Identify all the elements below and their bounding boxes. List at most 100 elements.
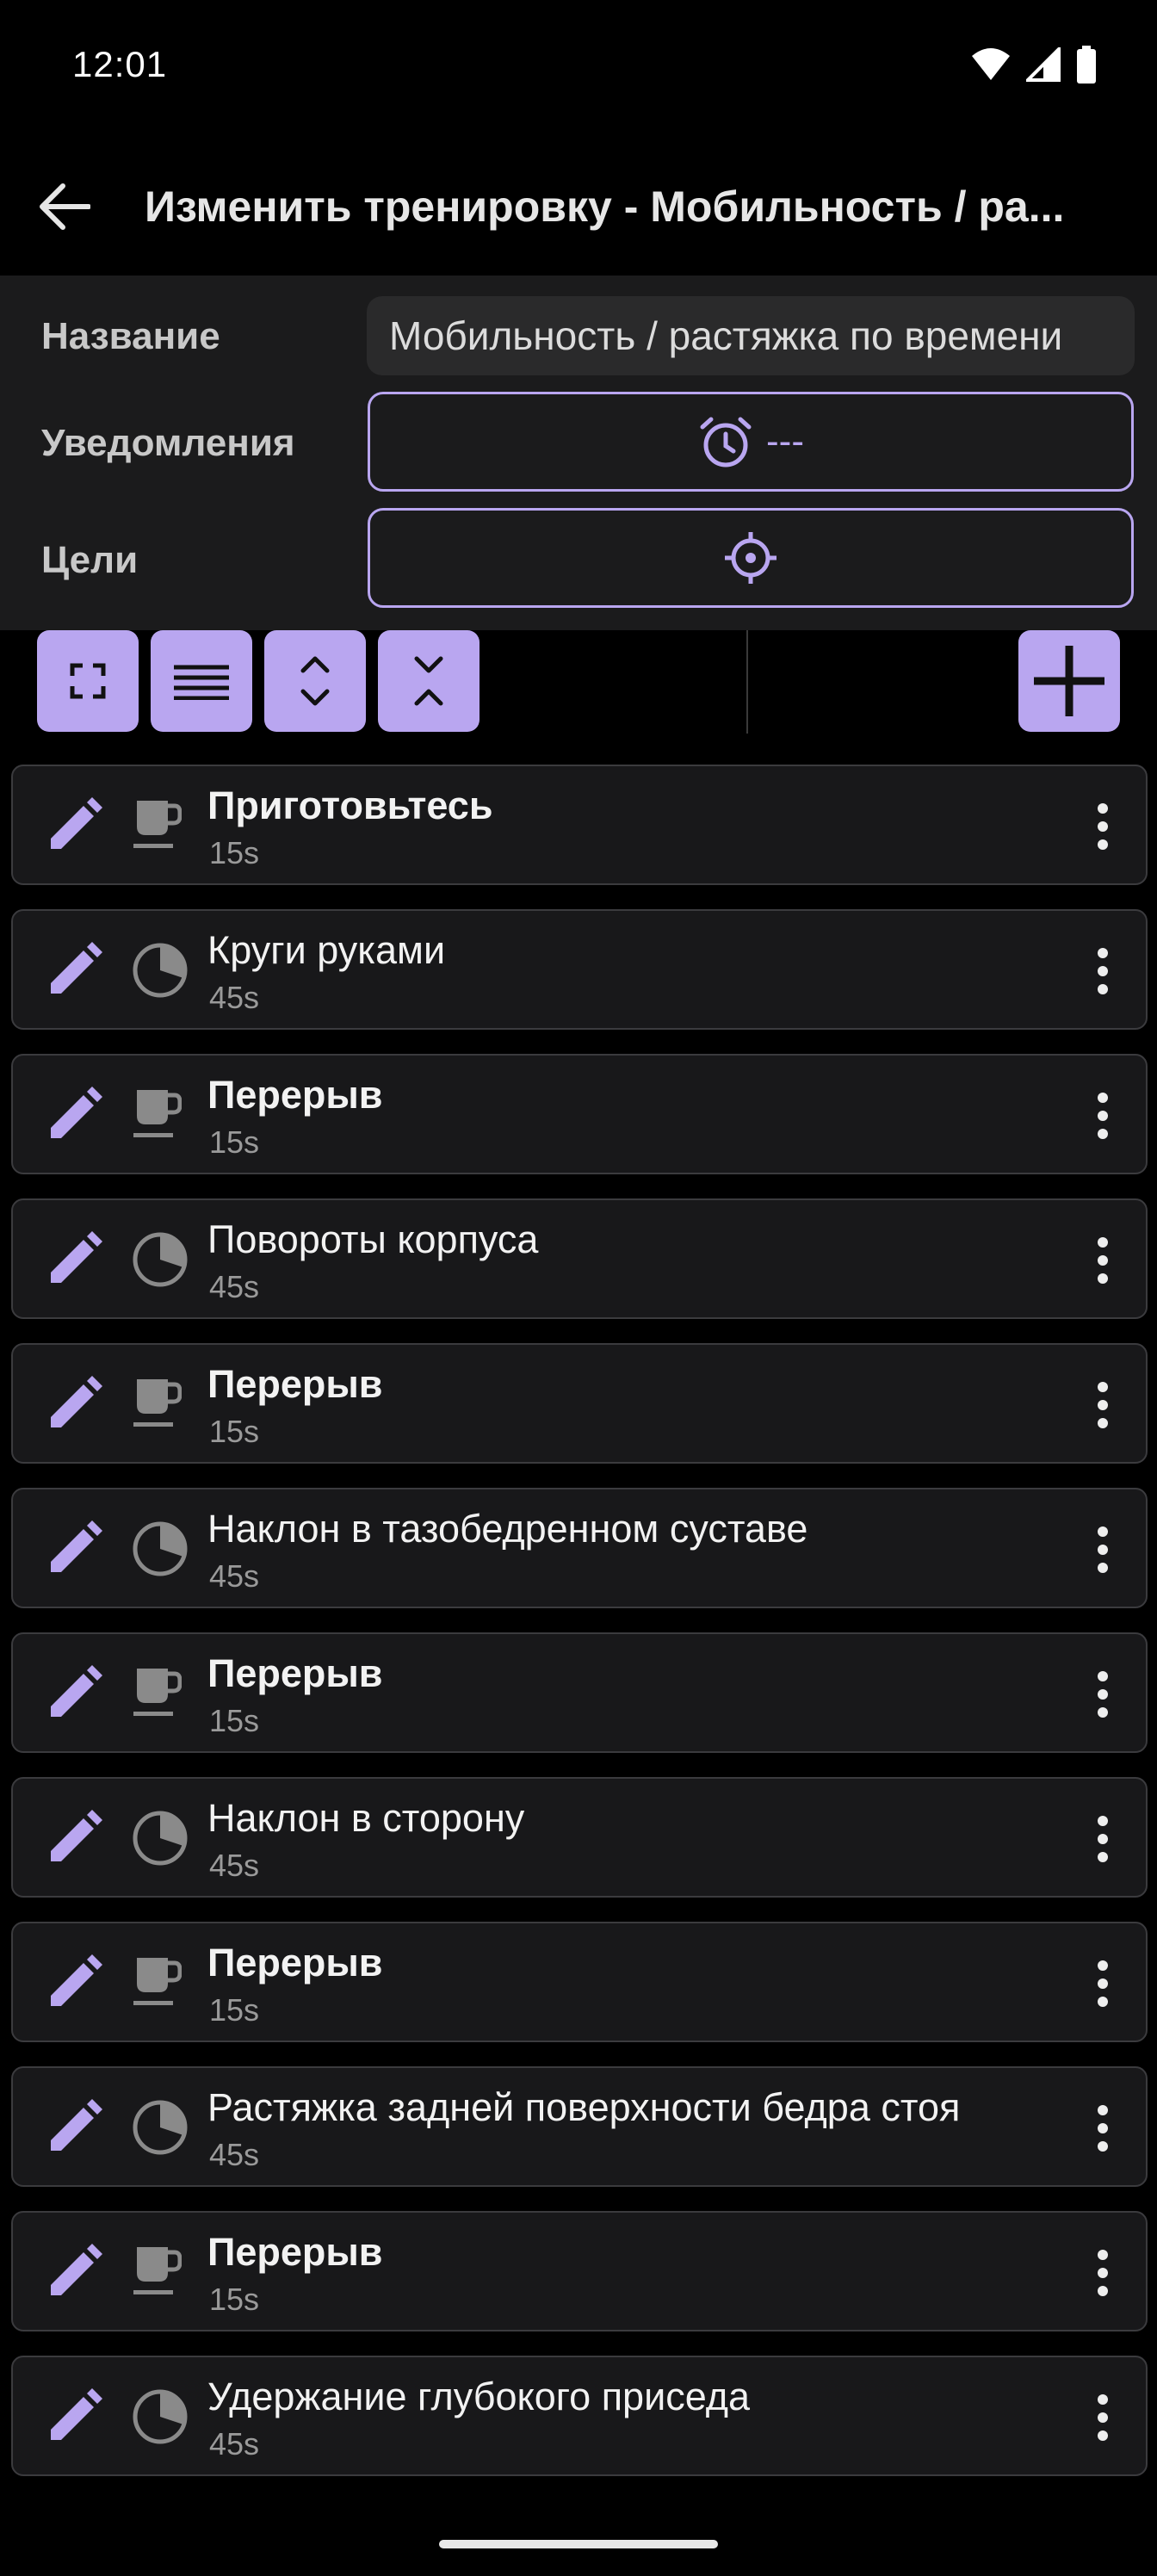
item-duration: 15s [209, 1992, 260, 2028]
edit-pencil-icon[interactable] [44, 1519, 104, 1583]
unfold-more-icon [300, 656, 330, 706]
item-title: Перерыв [207, 1362, 383, 1406]
edit-pencil-icon[interactable] [44, 1953, 104, 2017]
alarm-clock-icon [700, 417, 752, 468]
edit-pencil-icon[interactable] [44, 2097, 104, 2162]
more-options-icon[interactable] [1077, 2242, 1129, 2304]
list-item[interactable]: Наклон в сторону 45s [11, 1777, 1148, 1898]
goals-label: Цели [41, 539, 139, 581]
back-button[interactable] [17, 159, 112, 254]
item-title: Повороты корпуса [207, 1217, 539, 1261]
more-options-icon[interactable] [1077, 1663, 1129, 1725]
goals-button[interactable] [368, 508, 1134, 608]
item-duration: 15s [209, 1124, 260, 1160]
app-bar: Изменить тренировку - Мобильность / ра..… [0, 138, 1157, 276]
list-item[interactable]: Приготовьтесь 15s [11, 765, 1148, 885]
item-title: Перерыв [207, 1651, 383, 1695]
timer-pie-icon [130, 1519, 190, 1583]
collapse-all-button[interactable] [378, 630, 480, 732]
edit-pencil-icon[interactable] [44, 1229, 104, 1294]
toolbar [0, 630, 1157, 734]
coffee-cup-icon [130, 796, 183, 860]
battery-icon [1077, 46, 1096, 84]
item-title: Перерыв [207, 2230, 383, 2274]
item-duration: 15s [209, 2282, 260, 2317]
more-options-icon[interactable] [1077, 2387, 1129, 2449]
fullscreen-icon [70, 663, 106, 699]
list-item[interactable]: Перерыв 15s [11, 2211, 1148, 2331]
item-title: Растяжка задней поверхности бедра стоя [207, 2085, 961, 2129]
list-item[interactable]: Перерыв 15s [11, 1343, 1148, 1464]
coffee-cup-icon [130, 2242, 183, 2307]
arrow-back-icon [40, 183, 90, 230]
item-duration: 15s [209, 1703, 260, 1738]
page-title: Изменить тренировку - Мобильность / ра..… [145, 183, 1065, 231]
list-item[interactable]: Повороты корпуса 45s [11, 1198, 1148, 1319]
add-item-button[interactable] [1018, 630, 1120, 732]
notifications-button[interactable]: --- [368, 392, 1134, 492]
name-field[interactable]: Мобильность / растяжка по времени [367, 296, 1135, 375]
list-item[interactable]: Круги руками 45s [11, 909, 1148, 1030]
more-options-icon[interactable] [1077, 1374, 1129, 1436]
name-label: Название [41, 315, 220, 357]
more-options-icon[interactable] [1077, 940, 1129, 1002]
timer-pie-icon [130, 1808, 190, 1873]
item-duration: 45s [209, 2426, 260, 2461]
signal-icon [1026, 47, 1061, 82]
more-options-icon[interactable] [1077, 1229, 1129, 1291]
list-item[interactable]: Перерыв 15s [11, 1922, 1148, 2042]
item-duration: 45s [209, 1558, 260, 1594]
timer-pie-icon [130, 2097, 190, 2162]
item-duration: 45s [209, 980, 260, 1015]
more-options-icon[interactable] [1077, 1085, 1129, 1147]
edit-pencil-icon[interactable] [44, 1663, 104, 1728]
edit-pencil-icon[interactable] [44, 940, 104, 1005]
list-item[interactable]: Перерыв 15s [11, 1054, 1148, 1174]
item-title: Приготовьтесь [207, 783, 493, 827]
more-options-icon[interactable] [1077, 2097, 1129, 2159]
crosshair-icon [725, 532, 776, 584]
edit-pencil-icon[interactable] [44, 2242, 104, 2307]
item-title: Наклон в сторону [207, 1796, 525, 1840]
item-title: Наклон в тазобедренном суставе [207, 1507, 808, 1551]
toolbar-divider [746, 630, 748, 734]
list-item[interactable]: Удержание глубокого приседа 45s [11, 2356, 1148, 2476]
status-bar: 12:01 [0, 0, 1157, 129]
edit-pencil-icon[interactable] [44, 1808, 104, 1873]
list-item[interactable]: Перерыв 15s [11, 1632, 1148, 1753]
item-duration: 15s [209, 1414, 260, 1449]
edit-pencil-icon[interactable] [44, 1085, 104, 1149]
timer-pie-icon [130, 1229, 190, 1294]
list-view-button[interactable] [151, 630, 252, 732]
item-duration: 45s [209, 1848, 260, 1883]
list-item[interactable]: Наклон в тазобедренном суставе 45s [11, 1488, 1148, 1608]
coffee-cup-icon [130, 1085, 183, 1149]
more-options-icon[interactable] [1077, 796, 1129, 858]
edit-pencil-icon[interactable] [44, 796, 104, 860]
plus-icon [1034, 646, 1104, 716]
timer-pie-icon [130, 940, 190, 1005]
expand-all-button[interactable] [264, 630, 366, 732]
item-title: Удержание глубокого приседа [207, 2375, 751, 2418]
more-options-icon[interactable] [1077, 1808, 1129, 1870]
unfold-less-icon [414, 656, 443, 706]
more-options-icon[interactable] [1077, 1953, 1129, 2015]
item-title: Перерыв [207, 1941, 383, 1985]
item-title: Перерыв [207, 1073, 383, 1117]
wifi-icon [972, 48, 1010, 80]
expand-button[interactable] [37, 630, 139, 732]
notifications-value: --- [766, 420, 804, 462]
item-duration: 45s [209, 1269, 260, 1304]
coffee-cup-icon [130, 1374, 183, 1439]
edit-pencil-icon[interactable] [44, 2387, 104, 2451]
edit-pencil-icon[interactable] [44, 1374, 104, 1439]
item-duration: 45s [209, 2137, 260, 2172]
coffee-cup-icon [130, 1953, 183, 2017]
menu-lines-icon [174, 665, 229, 700]
item-title: Круги руками [207, 928, 446, 972]
notifications-label: Уведомления [41, 422, 295, 464]
list-item[interactable]: Растяжка задней поверхности бедра стоя 45… [11, 2066, 1148, 2187]
status-icons [971, 46, 1097, 84]
more-options-icon[interactable] [1077, 1519, 1129, 1581]
gesture-nav-handle[interactable] [439, 2540, 718, 2548]
